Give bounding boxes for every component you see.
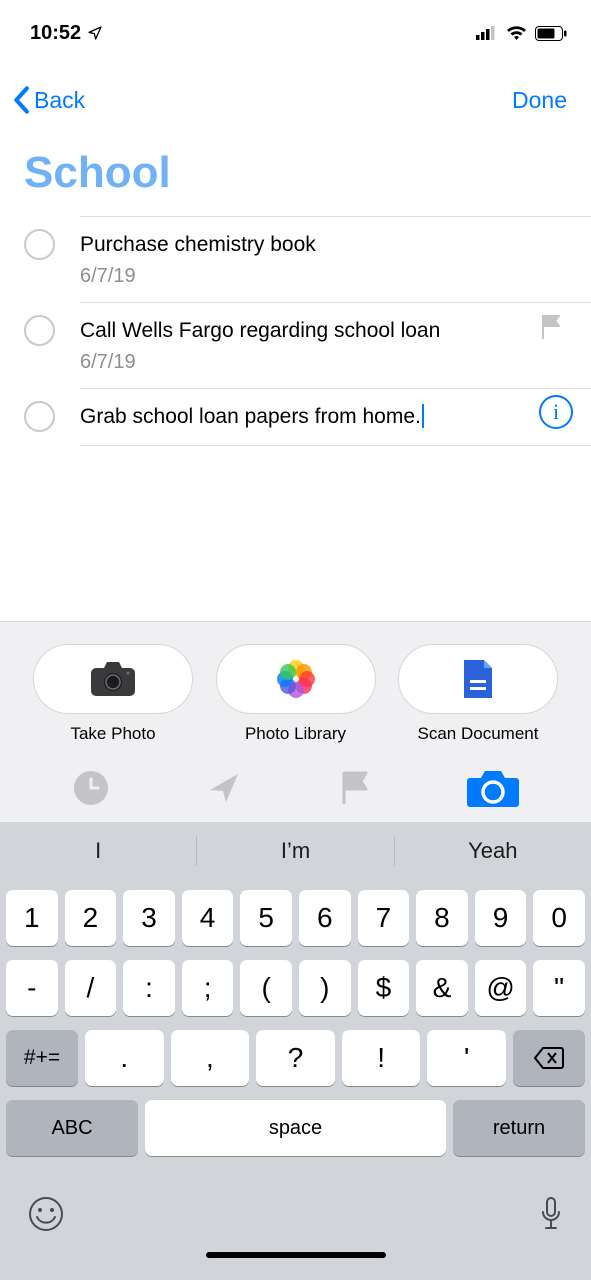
suggestion-3[interactable]: Yeah: [395, 838, 591, 864]
location-icon: [87, 25, 103, 41]
done-button[interactable]: Done: [512, 87, 567, 114]
key-8[interactable]: 8: [416, 890, 468, 946]
battery-icon: [535, 26, 567, 41]
home-indicator: [206, 1252, 386, 1258]
key-0[interactable]: 0: [533, 890, 585, 946]
reminder-item[interactable]: Call Wells Fargo regarding school loan 6…: [80, 302, 591, 388]
key-dollar[interactable]: $: [358, 960, 410, 1016]
key-quote[interactable]: ": [533, 960, 585, 1016]
suggestion-2[interactable]: I’m: [197, 838, 393, 864]
key-slash[interactable]: /: [65, 960, 117, 1016]
keyboard-bottom: [0, 1164, 591, 1252]
key-shift-symbols[interactable]: #+=: [6, 1030, 78, 1086]
reminder-checkbox[interactable]: [24, 229, 55, 260]
key-6[interactable]: 6: [299, 890, 351, 946]
flag-icon: [339, 770, 371, 806]
text-cursor: [422, 404, 424, 428]
key-abc[interactable]: ABC: [6, 1100, 138, 1156]
time-tool-button[interactable]: [72, 769, 110, 807]
key-return[interactable]: return: [453, 1100, 585, 1156]
emoji-button[interactable]: [28, 1196, 64, 1232]
emoji-icon: [28, 1196, 64, 1232]
reminder-title: Purchase chemistry book: [80, 231, 575, 259]
suggestion-1[interactable]: I: [0, 838, 196, 864]
key-9[interactable]: 9: [475, 890, 527, 946]
photo-library-button[interactable]: Photo Library: [211, 644, 381, 744]
quicktype-bar: I I’m Yeah: [0, 822, 591, 880]
key-at[interactable]: @: [475, 960, 527, 1016]
key-lparen[interactable]: (: [240, 960, 292, 1016]
photos-icon: [276, 659, 316, 699]
navigation-bar: Back Done: [0, 52, 591, 114]
key-4[interactable]: 4: [182, 890, 234, 946]
camera-icon: [90, 661, 136, 697]
dictation-button[interactable]: [539, 1196, 563, 1232]
key-7[interactable]: 7: [358, 890, 410, 946]
reminder-checkbox[interactable]: [24, 401, 55, 432]
scan-document-label: Scan Document: [418, 724, 539, 744]
key-semicolon[interactable]: ;: [182, 960, 234, 1016]
input-accessory: Take Photo Photo Library: [0, 621, 591, 1280]
photo-library-label: Photo Library: [245, 724, 346, 744]
location-arrow-icon: [206, 770, 242, 806]
back-label: Back: [34, 87, 85, 114]
take-photo-label: Take Photo: [70, 724, 155, 744]
key-exclaim[interactable]: !: [342, 1030, 421, 1086]
key-backspace[interactable]: [513, 1030, 585, 1086]
page-title: School: [0, 114, 591, 198]
microphone-icon: [539, 1196, 563, 1232]
reminder-title: Call Wells Fargo regarding school loan: [80, 317, 575, 345]
key-5[interactable]: 5: [240, 890, 292, 946]
key-space[interactable]: space: [145, 1100, 446, 1156]
document-icon: [460, 658, 496, 700]
key-colon[interactable]: :: [123, 960, 175, 1016]
key-rparen[interactable]: ): [299, 960, 351, 1016]
toolbar: [0, 754, 591, 822]
keyboard: 1 2 3 4 5 6 7 8 9 0 - / : ; ( ) $ & @ " …: [0, 880, 591, 1164]
reminder-item[interactable]: Purchase chemistry book 6/7/19: [80, 216, 591, 302]
key-2[interactable]: 2: [65, 890, 117, 946]
camera-tool-button[interactable]: [467, 768, 519, 808]
reminder-date: 6/7/19: [80, 265, 575, 288]
take-photo-button[interactable]: Take Photo: [28, 644, 198, 744]
key-comma[interactable]: ,: [171, 1030, 250, 1086]
info-button[interactable]: i: [539, 395, 573, 429]
backspace-icon: [533, 1046, 565, 1070]
camera-fill-icon: [467, 768, 519, 808]
clock-icon: [72, 769, 110, 807]
reminder-title-editing[interactable]: Grab school loan papers from home.: [80, 403, 575, 431]
flag-tool-button[interactable]: [339, 770, 371, 806]
key-3[interactable]: 3: [123, 890, 175, 946]
key-apostrophe[interactable]: ': [427, 1030, 506, 1086]
reminder-date: 6/7/19: [80, 351, 575, 374]
reminder-checkbox[interactable]: [24, 315, 55, 346]
key-amp[interactable]: &: [416, 960, 468, 1016]
reminders-list: Purchase chemistry book 6/7/19 Call Well…: [0, 216, 591, 446]
done-label: Done: [512, 87, 567, 113]
attachment-options: Take Photo Photo Library: [0, 621, 591, 754]
reminder-item[interactable]: Grab school loan papers from home. i: [80, 388, 591, 446]
key-1[interactable]: 1: [6, 890, 58, 946]
chevron-left-icon: [12, 86, 30, 114]
wifi-icon: [506, 26, 527, 41]
signal-icon: [476, 26, 498, 40]
key-question[interactable]: ?: [256, 1030, 335, 1086]
location-tool-button[interactable]: [206, 770, 242, 806]
back-button[interactable]: Back: [12, 86, 85, 114]
flag-icon: [539, 313, 563, 341]
home-indicator-area: [0, 1252, 591, 1280]
scan-document-button[interactable]: Scan Document: [393, 644, 563, 744]
key-dash[interactable]: -: [6, 960, 58, 1016]
status-time: 10:52: [30, 22, 81, 45]
key-period[interactable]: .: [85, 1030, 164, 1086]
status-bar: 10:52: [0, 0, 591, 52]
